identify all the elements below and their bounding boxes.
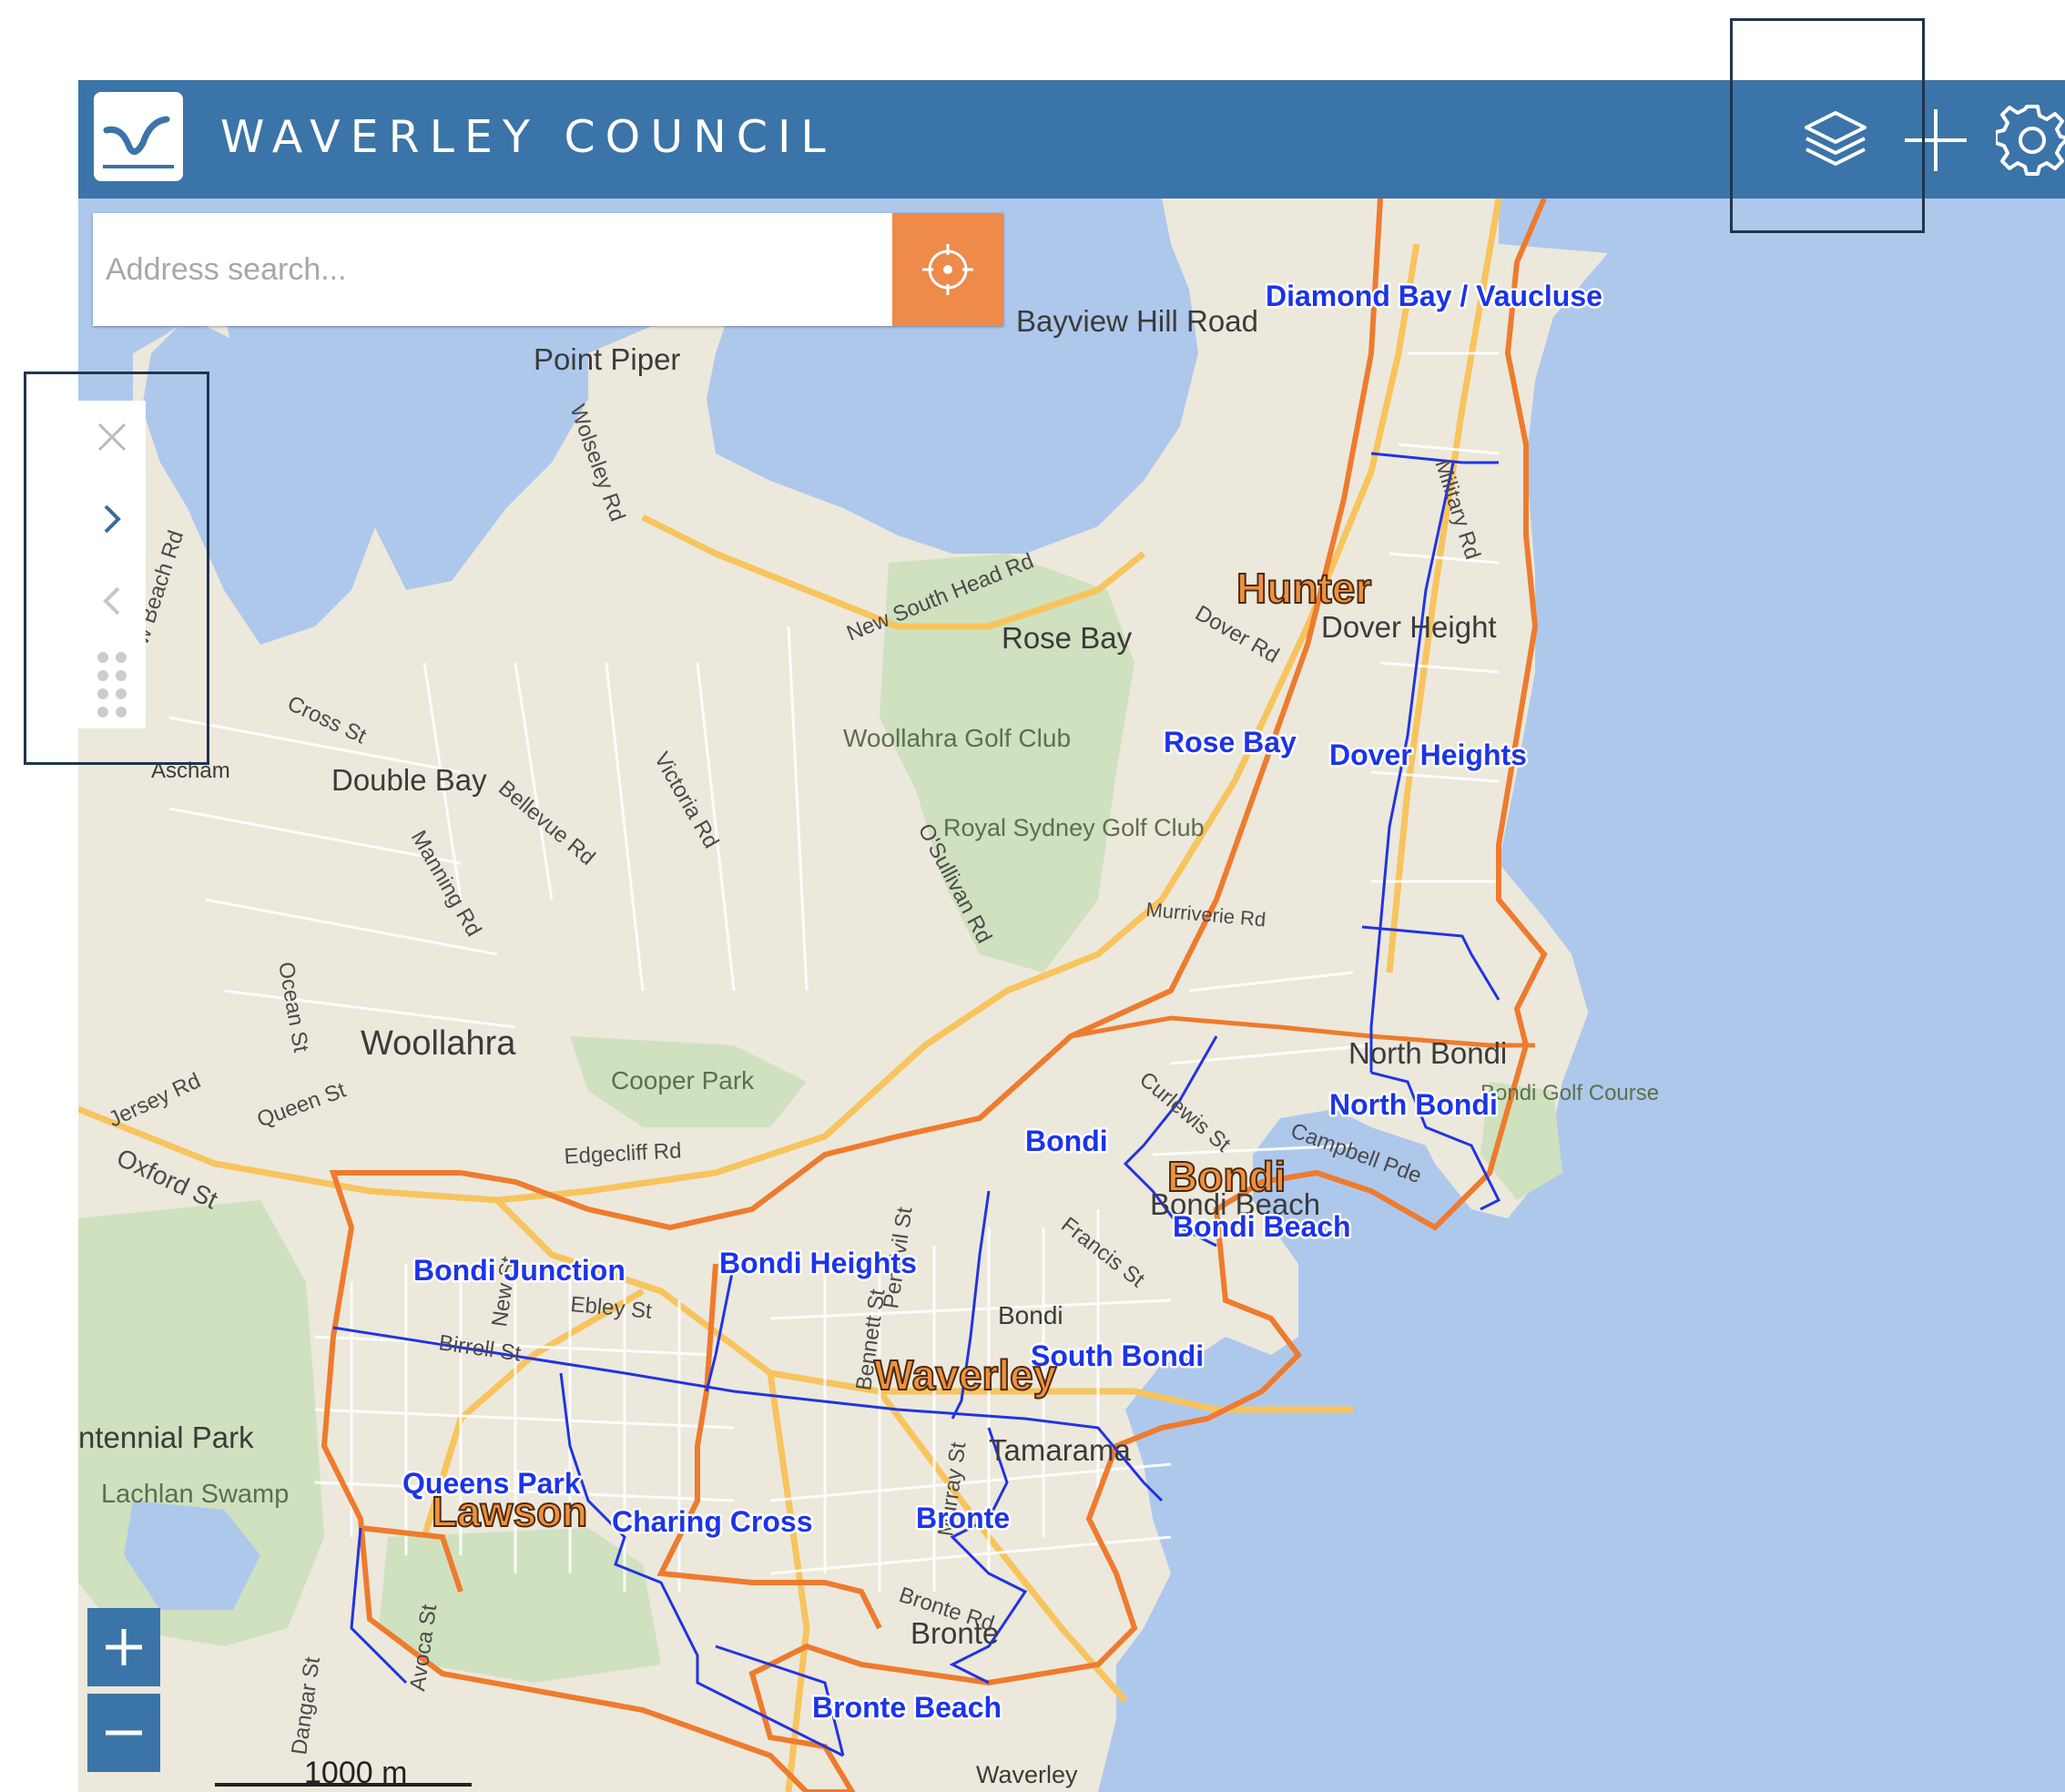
- council-logo: [94, 92, 183, 181]
- suburb-label-bondi-beach: Bondi Beach: [1173, 1210, 1351, 1243]
- app-header: WAVERLEY COUNCIL: [78, 80, 2065, 199]
- suburb-label-south-bondi: South Bondi: [1031, 1339, 1204, 1372]
- layers-button[interactable]: [1790, 95, 1881, 186]
- plus-icon: [1905, 109, 1967, 171]
- suburb-label-rose-bay: Rose Bay: [1164, 726, 1297, 759]
- side-panel: [78, 401, 146, 728]
- waverley-wave-logo-icon: [103, 116, 174, 168]
- suburb-label-north-bondi: North Bondi: [1329, 1088, 1498, 1121]
- map-label-ascham: Ascham: [151, 759, 230, 783]
- ward-label-lawson: Lawson: [432, 1488, 587, 1535]
- suburb-label-charing-cross: Charing Cross: [612, 1505, 812, 1538]
- map-label-dover-heights: Dover Height: [1321, 610, 1497, 644]
- map-canvas[interactable]: Point Piper Bayview Hill Road Rose Bay W…: [78, 80, 2065, 1792]
- zoom-in-button[interactable]: [87, 1608, 160, 1686]
- scale-bar: 1000 m: [215, 1756, 472, 1792]
- chevron-left-icon: [103, 586, 120, 616]
- map-label-bayview-hill-road: Bayview Hill Road: [1016, 304, 1258, 338]
- suburb-label-bronte-beach: Bronte Beach: [812, 1691, 1002, 1724]
- crosshair-icon: [922, 244, 973, 295]
- panel-drag-handle[interactable]: [78, 647, 146, 723]
- map-label-double-bay: Double Bay: [331, 763, 487, 797]
- suburb-label-bondi: Bondi: [1025, 1125, 1108, 1157]
- golf-club-line: Woollahra Golf Club: [843, 724, 1071, 752]
- collapse-panel-button[interactable]: [78, 565, 146, 637]
- map-label-royal-sydney-golf-club: Royal Sydney Golf Club: [943, 814, 1205, 841]
- map-label-bondi-road: Bondi: [998, 1301, 1063, 1329]
- suburb-label-bondi-junction: Bondi Junction: [413, 1254, 626, 1287]
- map-label-point-piper: Point Piper: [534, 342, 680, 376]
- map-label-woollahra: Woollahra: [361, 1024, 516, 1063]
- scale-bar-line: [215, 1783, 472, 1787]
- ward-label-bondi: Bondi: [1167, 1153, 1286, 1200]
- suburb-label-bronte: Bronte: [916, 1502, 1010, 1534]
- ward-label-hunter: Hunter: [1236, 565, 1371, 612]
- map-label-waverley-place: Waverley: [976, 1761, 1078, 1788]
- map-label-north-bondi: North Bondi: [1348, 1036, 1507, 1070]
- suburb-label-dover-heights: Dover Heights: [1329, 738, 1527, 771]
- layers-icon: [1805, 111, 1867, 166]
- expand-panel-button[interactable]: [78, 483, 146, 555]
- map-label-bondi-golf-course: Bondi Golf Course: [1480, 1081, 1659, 1105]
- settings-button[interactable]: [1987, 95, 2065, 186]
- map-label-woollahra-golf-club: Woollahra Golf Club: [843, 724, 1071, 752]
- suburb-label-diamond-bay: Diamond Bay / Vaucluse: [1266, 280, 1602, 312]
- zoom-out-button[interactable]: [87, 1694, 160, 1772]
- plus-icon: [106, 1629, 142, 1665]
- map-label-rose-bay: Rose Bay: [1002, 621, 1133, 655]
- close-panel-button[interactable]: [78, 401, 146, 473]
- map-app: Point Piper Bayview Hill Road Rose Bay W…: [78, 80, 2065, 1792]
- minus-icon: [106, 1730, 142, 1736]
- map-label-tamarama: Tamarama: [989, 1433, 1132, 1467]
- add-button[interactable]: [1890, 95, 1981, 186]
- drag-handle-icon: [97, 652, 127, 718]
- close-icon: [97, 423, 127, 452]
- brand-title: WAVERLEY COUNCIL: [220, 111, 836, 163]
- map-label-centennial-park: ntennial Park: [78, 1420, 254, 1454]
- chevron-right-icon: [104, 504, 121, 534]
- address-search-input[interactable]: [93, 213, 892, 326]
- map-label-lachlan-swamp: Lachlan Swamp: [101, 1480, 289, 1509]
- map-label-cooper-park: Cooper Park: [611, 1066, 755, 1095]
- locate-button[interactable]: [892, 213, 1003, 326]
- gear-icon: [1996, 105, 2065, 176]
- suburb-label-bondi-heights: Bondi Heights: [719, 1247, 917, 1279]
- ward-label-waverley: Waverley: [874, 1351, 1057, 1399]
- address-search: [93, 213, 1003, 326]
